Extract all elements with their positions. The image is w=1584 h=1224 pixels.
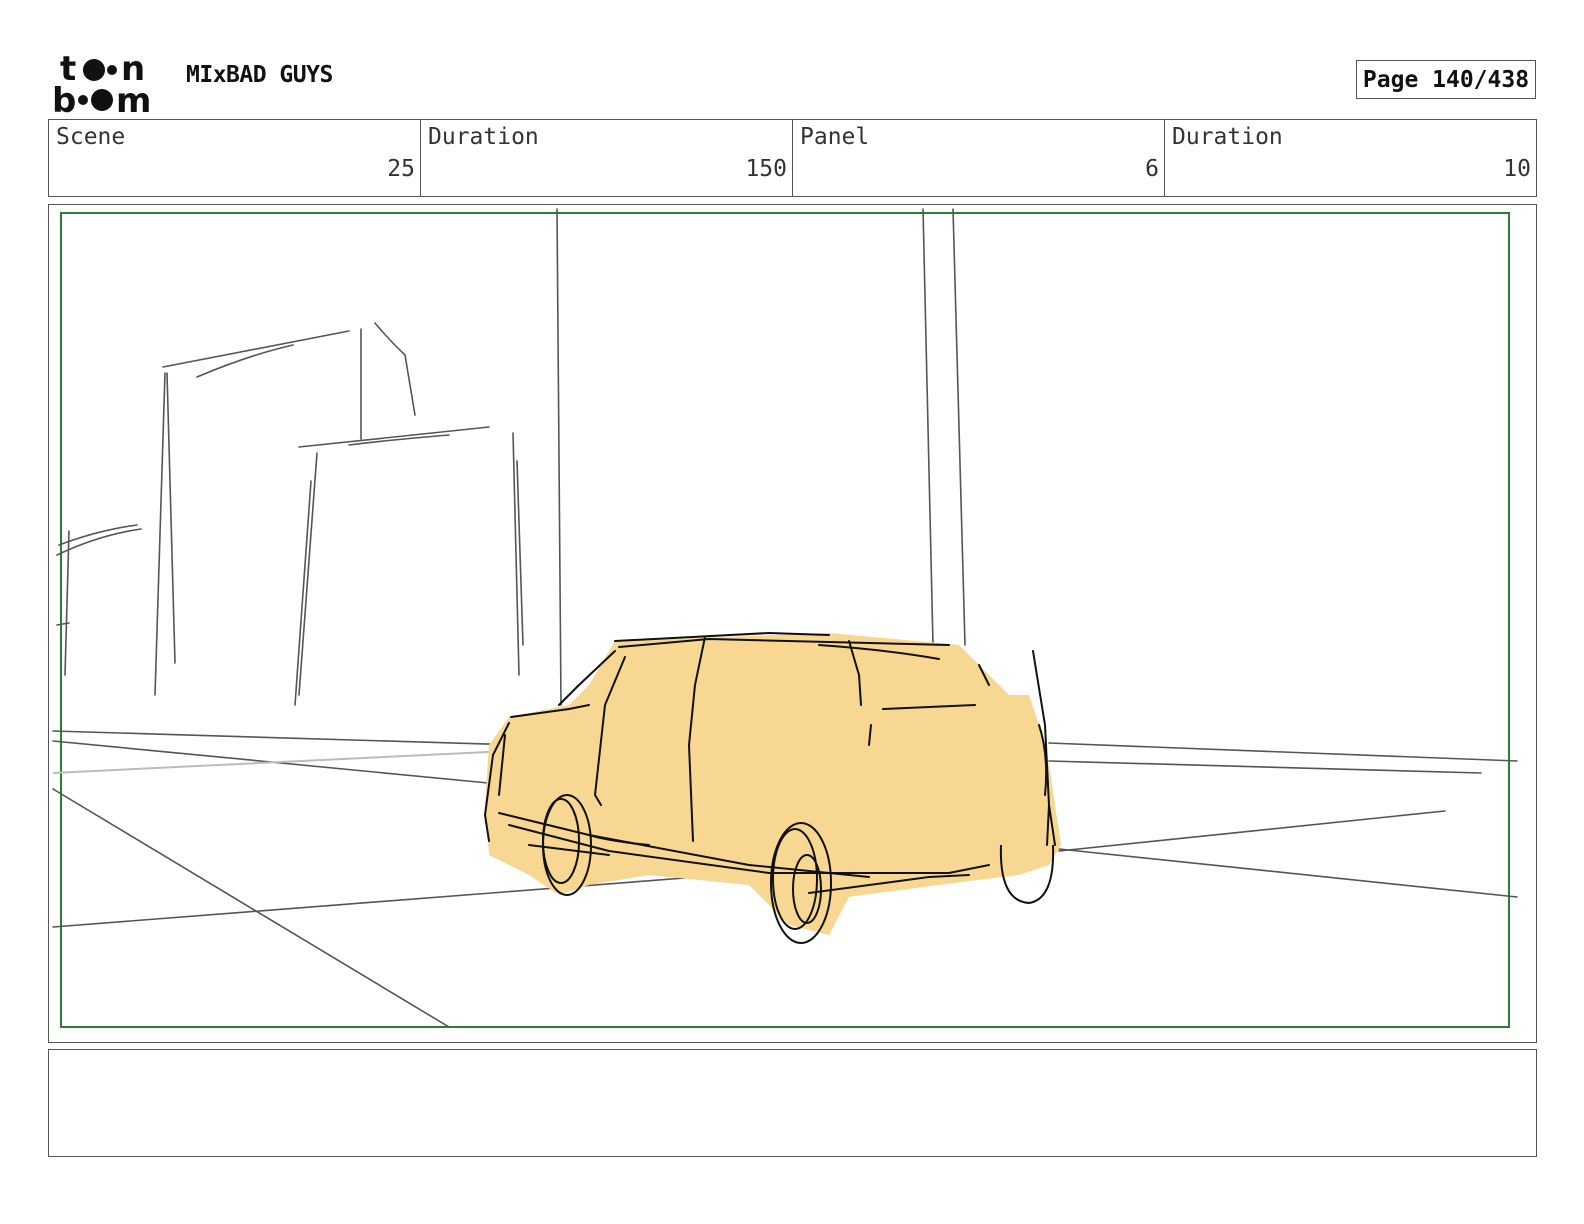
panel-info-row: Scene 25 Duration 150 Panel 6 Duration 1… bbox=[48, 119, 1537, 197]
toon-boom-logo: t n b m bbox=[52, 50, 151, 114]
svg-text:m: m bbox=[116, 81, 151, 114]
scene-label: Scene bbox=[56, 124, 126, 150]
storyboard-panel bbox=[48, 204, 1537, 1043]
panel-duration-cell: Duration 10 bbox=[1165, 120, 1536, 196]
panel-cell: Panel 6 bbox=[793, 120, 1165, 196]
scene-value: 25 bbox=[387, 156, 415, 182]
panel-label: Panel bbox=[800, 124, 870, 150]
panel-duration-value: 10 bbox=[1503, 156, 1531, 182]
scene-duration-value: 150 bbox=[745, 156, 787, 182]
storyboard-sketch bbox=[52, 208, 1518, 1028]
svg-text:b: b bbox=[52, 81, 76, 114]
scene-duration-cell: Duration 150 bbox=[421, 120, 793, 196]
project-title: MIxBAD GUYS bbox=[186, 62, 333, 88]
page-indicator: Page 140/438 bbox=[1356, 60, 1536, 99]
panel-value: 6 bbox=[1145, 156, 1159, 182]
scene-duration-label: Duration bbox=[428, 124, 539, 150]
panel-notes-box[interactable] bbox=[48, 1049, 1537, 1157]
panel-duration-label: Duration bbox=[1172, 124, 1283, 150]
scene-cell: Scene 25 bbox=[49, 120, 421, 196]
